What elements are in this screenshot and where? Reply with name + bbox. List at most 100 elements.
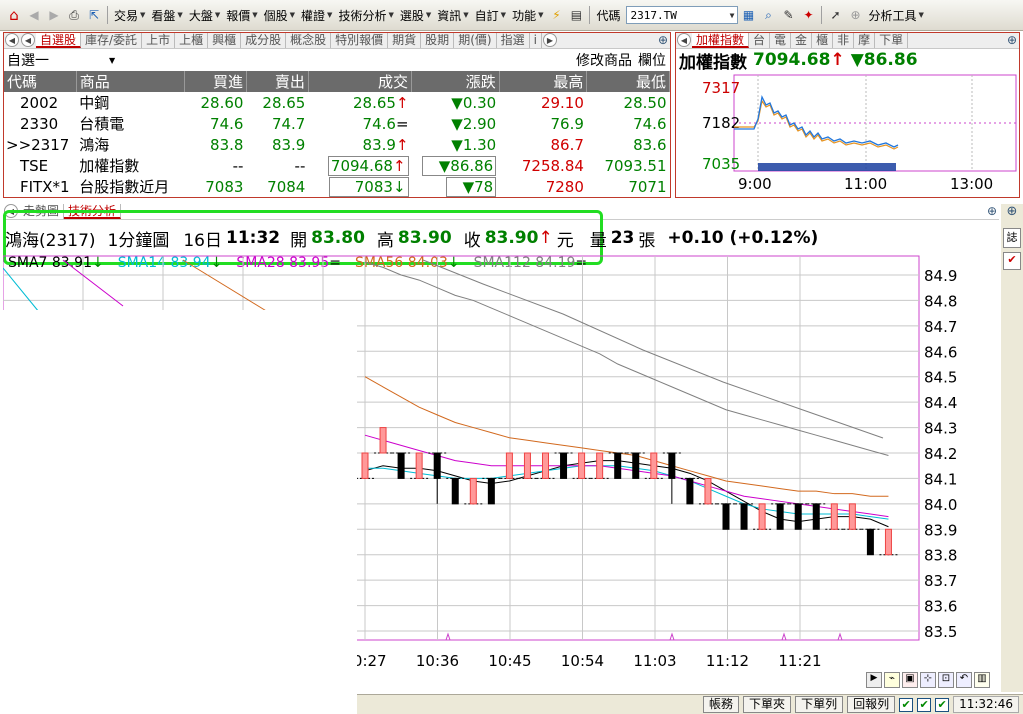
indicator-icon[interactable]: ▥ (974, 672, 990, 688)
tab-tw[interactable]: 台 (749, 33, 771, 48)
tab-taiex[interactable]: 加權指數 (692, 33, 750, 48)
col-change[interactable]: 漲跌 (411, 71, 500, 92)
tab-components[interactable]: 成分股 (241, 33, 287, 48)
report-bar-button[interactable]: 回報列 (847, 696, 896, 713)
chart-type-icon[interactable]: ⌁ (884, 672, 900, 688)
zoom-in-icon[interactable]: ⊕ (658, 33, 668, 47)
tab-special-quote[interactable]: 特別報價 (331, 33, 389, 48)
table-row[interactable]: 2330 台積電 74.6 74.7 74.6= ▼2.90 76.9 74.6 (4, 113, 670, 134)
table-row[interactable]: 2002 中鋼 28.60 28.65 28.65↑ ▼0.30 29.10 2… (4, 92, 670, 113)
watchlist-tabs: ◀ ◀ 自選股 庫存/委託 上市 上櫃 興櫃 成分股 概念股 特別報價 期貨 股… (4, 33, 670, 49)
quote-board-icon[interactable]: ▦ (740, 7, 756, 23)
zoom-in-icon[interactable]: ⊕ (1007, 33, 1017, 47)
tab-inventory[interactable]: 庫存/委託 (81, 33, 143, 48)
checkbox-icon[interactable]: ✔ (935, 697, 950, 712)
table-row[interactable]: >>2317 鴻海 83.8 83.9 83.9↑ ▼1.30 86.7 83.… (4, 134, 670, 155)
columns-button[interactable]: 欄位 (638, 50, 666, 70)
zoom-fit-icon[interactable]: ▣ (902, 672, 918, 688)
menu-screener[interactable]: 選股 ▼ (400, 7, 431, 24)
table-row[interactable]: TSE 加權指數 -- -- 7094.68↑ ▼86.86 7258.84 7… (4, 155, 670, 176)
home-icon[interactable]: ⌂ (6, 6, 22, 24)
side-check-icon[interactable]: ✔ (1003, 252, 1021, 270)
chevron-down-icon: ▼ (918, 11, 924, 19)
zoom-in-icon[interactable]: ⊕ (987, 204, 997, 218)
group-select[interactable]: 自選一 ▼ (7, 50, 115, 70)
candle-down (722, 503, 730, 530)
menu-function[interactable]: 功能 ▼ (512, 7, 543, 24)
back-icon[interactable]: ◀ (26, 7, 42, 23)
tab-order[interactable]: 下單 (875, 33, 909, 48)
modify-items-button[interactable]: 修改商品 (576, 50, 632, 70)
col-name[interactable]: 商品 (76, 71, 186, 92)
tab-index-options[interactable]: 指選 (497, 33, 530, 48)
menu-watch[interactable]: 看盤 ▼ (151, 7, 182, 24)
col-ask[interactable]: 賣出 (246, 71, 309, 92)
menu-market[interactable]: 大盤 ▼ (189, 7, 220, 24)
candle-down (397, 452, 405, 479)
order-folder-button[interactable]: 下單夾 (743, 696, 792, 713)
menu-trade[interactable]: 交易 ▼ (114, 7, 145, 24)
tab-listed[interactable]: 上市 (142, 33, 176, 48)
zoom-out-icon[interactable]: ⊡ (938, 672, 954, 688)
col-high[interactable]: 最高 (499, 71, 588, 92)
checkbox-icon[interactable]: ✔ (917, 697, 932, 712)
chevron-down-icon: ▼ (538, 11, 544, 19)
price-label: 84.5 (924, 369, 957, 387)
menu-quote[interactable]: 報價 ▼ (226, 7, 257, 24)
tab-msci[interactable]: 摩 (854, 33, 876, 48)
checkbox-icon[interactable]: ✔ (899, 697, 914, 712)
tab-prev-icon[interactable]: ◀ (677, 33, 691, 47)
col-last[interactable]: 成交 (308, 71, 413, 92)
tab-next-icon[interactable]: ◀ (21, 33, 35, 47)
scroll-right-icon[interactable]: ▶ (866, 672, 882, 688)
tab-concept[interactable]: 概念股 (286, 33, 332, 48)
search-icon[interactable]: ⌕ (760, 7, 776, 23)
stamp-icon[interactable]: ✦ (800, 7, 816, 23)
accounts-button[interactable]: 帳務 (703, 696, 740, 713)
code-input[interactable]: 2317.TW ▼ (626, 6, 739, 24)
tab-prev-icon[interactable]: ◀ (5, 33, 19, 47)
menu-info[interactable]: 資訊 ▼ (437, 7, 468, 24)
tab-otc[interactable]: 上櫃 (175, 33, 209, 48)
tools-icon[interactable]: ✎ (780, 7, 796, 23)
tab-nonfin[interactable]: 非 (833, 33, 855, 48)
tab-emerging[interactable]: 興櫃 (208, 33, 242, 48)
tab-elec[interactable]: 電 (770, 33, 792, 48)
down-arrow-icon: ↓ (392, 177, 406, 196)
tab-otc[interactable]: 櫃 (812, 33, 834, 48)
menu-custom[interactable]: 自訂 ▼ (475, 7, 506, 24)
menu-technical[interactable]: 技術分析 ▼ (338, 7, 393, 24)
lightning-icon[interactable]: ⚡ (548, 7, 564, 23)
chevron-down-icon[interactable]: ▼ (727, 11, 738, 20)
forward-icon[interactable]: ▶ (46, 7, 62, 23)
up-arrow-icon: ↑ (395, 93, 409, 112)
volume-unit: 張 (638, 230, 656, 251)
volume-tick (445, 632, 451, 641)
external-window-icon[interactable]: ⇱ (86, 7, 102, 23)
print-icon[interactable]: ⎙ (66, 7, 82, 23)
col-low[interactable]: 最低 (586, 71, 670, 92)
order-bar-button[interactable]: 下單列 (795, 696, 844, 713)
menu-stock[interactable]: 個股 ▼ (264, 7, 295, 24)
tab-futures-price[interactable]: 期(價) (454, 33, 497, 48)
crosshair-icon[interactable]: ⊹ (920, 672, 936, 688)
table-row[interactable]: FITX*1 台股指數近月 7083 7084 7083↓ ▼78 7280 7… (4, 176, 670, 197)
menu-analysis-tools[interactable]: 分析工具 ▼ (868, 7, 923, 24)
tab-more[interactable]: i (530, 33, 542, 48)
tab-futures[interactable]: 期貨 (388, 33, 422, 48)
tab-scroll-right-icon[interactable]: ▶ (542, 33, 557, 47)
undo-icon[interactable]: ↶ (956, 672, 972, 688)
tab-watchlist[interactable]: 自選股 (36, 33, 82, 48)
zoom-in-icon[interactable]: ⊕ (1001, 204, 1023, 220)
toolbar-separator (589, 6, 591, 24)
side-tab[interactable]: 誌 (1003, 228, 1021, 248)
tab-fin[interactable]: 金 (791, 33, 813, 48)
menu-warrant[interactable]: 權證 ▼ (301, 7, 332, 24)
crosshair-icon[interactable]: ⊕ (847, 7, 863, 23)
col-bid[interactable]: 買進 (184, 71, 247, 92)
notepad-icon[interactable]: ▤ (568, 7, 584, 23)
cursor-icon[interactable]: ➚ (827, 7, 843, 23)
price-label: 83.6 (924, 598, 957, 616)
col-code[interactable]: 代碼 (4, 71, 77, 92)
tab-stock-futures[interactable]: 股期 (421, 33, 455, 48)
